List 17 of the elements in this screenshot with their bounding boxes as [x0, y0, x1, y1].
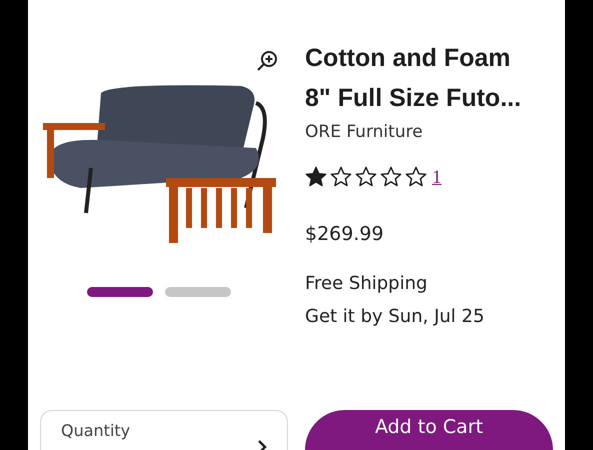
- add-to-cart-button[interactable]: Add to Cart: [305, 410, 553, 450]
- filled-star-icon: [305, 166, 327, 187]
- delivery-date: Get it by Sun, Jul 25: [305, 305, 486, 329]
- empty-star-icon: [355, 166, 377, 187]
- product-title: 8" Full Size Futo...: [305, 83, 522, 114]
- empty-star-icon: [380, 166, 402, 187]
- empty-star-icon: [405, 166, 427, 187]
- carousel-indicator[interactable]: [87, 287, 153, 297]
- review-count-link[interactable]: 1: [432, 168, 442, 187]
- quantity-label: Quantity: [61, 421, 130, 440]
- product-title: Cotton and Foam: [305, 43, 512, 74]
- zoom-in-icon: [255, 49, 279, 73]
- shipping-text: Free Shipping: [305, 272, 428, 296]
- brand-name: ORE Furniture: [305, 122, 424, 142]
- price: $269.99: [305, 223, 385, 245]
- empty-star-icon: [330, 166, 352, 187]
- quantity-selector[interactable]: Quantity: [40, 410, 288, 450]
